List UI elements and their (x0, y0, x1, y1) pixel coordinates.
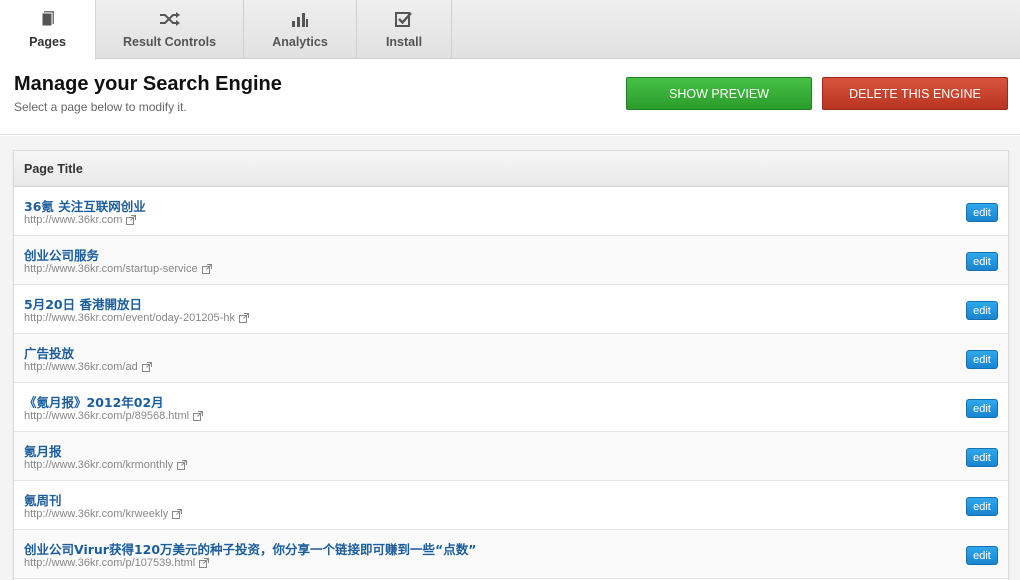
external-link-icon[interactable] (238, 313, 249, 323)
page-url: http://www.36kr.com/event/oday-201205-hk (24, 312, 249, 324)
page-url: http://www.36kr.com/p/107539.html (24, 557, 210, 569)
table-row: 36氪 关注互联网创业 http://www.36kr.com edit (14, 187, 1008, 236)
external-link-icon[interactable] (172, 509, 183, 519)
checkbox-icon (392, 9, 416, 29)
external-link-icon[interactable] (199, 558, 210, 568)
tab-label: Install (385, 35, 423, 49)
shuffle-icon (158, 9, 182, 29)
tab-pages[interactable]: Pages (0, 0, 96, 60)
tab-label: Result Controls (122, 35, 217, 49)
edit-button[interactable]: edit (966, 350, 998, 369)
edit-button[interactable]: edit (966, 203, 998, 222)
tab-label: Analytics (272, 35, 328, 49)
page-header: Manage your Search Engine Select a page … (0, 60, 1020, 135)
external-link-icon[interactable] (141, 362, 152, 372)
table-row: 氪周刊 http://www.36kr.com/krweekly edit (14, 481, 1008, 530)
table-row: 创业公司服务 http://www.36kr.com/startup-servic… (14, 236, 1008, 285)
tab-result-controls[interactable]: Result Controls (96, 0, 244, 59)
external-link-icon[interactable] (201, 264, 212, 274)
page-title-link[interactable]: 创业公司服务 (24, 245, 99, 264)
tab-label: Pages (29, 35, 66, 49)
tab-install[interactable]: Install (357, 0, 452, 59)
table-body: 36氪 关注互联网创业 http://www.36kr.com edit 创业公司服务… (14, 187, 1008, 579)
page-url-text: http://www.36kr.com/p/107539.html (24, 557, 196, 569)
document-icon (36, 9, 60, 29)
page-url-text: http://www.36kr.com/event/oday-201205-hk (24, 312, 235, 324)
table-row: 创业公司Virur获得120万美元的种子投资，你分享一个链接即可赚到一些“点数”… (14, 530, 1008, 579)
edit-button[interactable]: edit (966, 252, 998, 271)
edit-button[interactable]: edit (966, 301, 998, 320)
page-title-link[interactable]: 《氪月报》2012年02月 (24, 392, 164, 411)
edit-button[interactable]: edit (966, 546, 998, 565)
page-title-link[interactable]: 广告投放 (24, 343, 74, 362)
page-title-link[interactable]: 氪周刊 (24, 490, 62, 509)
page-title-link[interactable]: 36氪 关注互联网创业 (24, 196, 146, 215)
pages-table: Page Title 36氪 关注互联网创业 http://www.36kr.co… (13, 150, 1009, 580)
tab-bar: Pages Result Controls Analytics Install (0, 0, 1020, 60)
page-url-text: http://www.36kr.com/ad (24, 361, 138, 373)
page-url-text: http://www.36kr.com (24, 214, 123, 226)
page-subtitle: Select a page below to modify it. (14, 100, 187, 114)
page-url-text: http://www.36kr.com/startup-service (24, 263, 198, 275)
edit-button[interactable]: edit (966, 497, 998, 516)
page-title-link[interactable]: 氪月报 (24, 441, 62, 460)
delete-engine-button[interactable]: DELETE THIS ENGINE (822, 77, 1008, 110)
edit-button[interactable]: edit (966, 448, 998, 467)
page-url: http://www.36kr.com/krweekly (24, 508, 183, 520)
page-title-link[interactable]: 5月20日 香港開放日 (24, 294, 142, 313)
page-url-text: http://www.36kr.com/krmonthly (24, 459, 174, 471)
page-url: http://www.36kr.com/startup-service (24, 263, 212, 275)
table-header: Page Title (14, 151, 1008, 187)
page-url: http://www.36kr.com/ad (24, 361, 152, 373)
content-area: Page Title 36氪 关注互联网创业 http://www.36kr.co… (0, 136, 1020, 580)
page-url: http://www.36kr.com/p/89568.html (24, 410, 204, 422)
page-url: http://www.36kr.com (24, 214, 137, 226)
table-row: 广告投放 http://www.36kr.com/ad edit (14, 334, 1008, 383)
page-title-link[interactable]: 创业公司Virur获得120万美元的种子投资，你分享一个链接即可赚到一些“点数” (24, 539, 477, 558)
table-row: 氪月报 http://www.36kr.com/krmonthly edit (14, 432, 1008, 481)
tab-analytics[interactable]: Analytics (244, 0, 357, 59)
page-url-text: http://www.36kr.com/krweekly (24, 508, 169, 520)
page-title: Manage your Search Engine (14, 73, 282, 95)
edit-button[interactable]: edit (966, 399, 998, 418)
show-preview-button[interactable]: SHOW PREVIEW (626, 77, 812, 110)
table-row: 5月20日 香港開放日 http://www.36kr.com/event/oda… (14, 285, 1008, 334)
bar-chart-icon (288, 9, 312, 29)
page-url: http://www.36kr.com/krmonthly (24, 459, 188, 471)
external-link-icon[interactable] (177, 460, 188, 470)
external-link-icon[interactable] (126, 215, 137, 225)
table-row: 《氪月报》2012年02月 http://www.36kr.com/p/89568… (14, 383, 1008, 432)
column-header-page-title: Page Title (24, 161, 83, 176)
external-link-icon[interactable] (193, 411, 204, 421)
page-url-text: http://www.36kr.com/p/89568.html (24, 410, 190, 422)
